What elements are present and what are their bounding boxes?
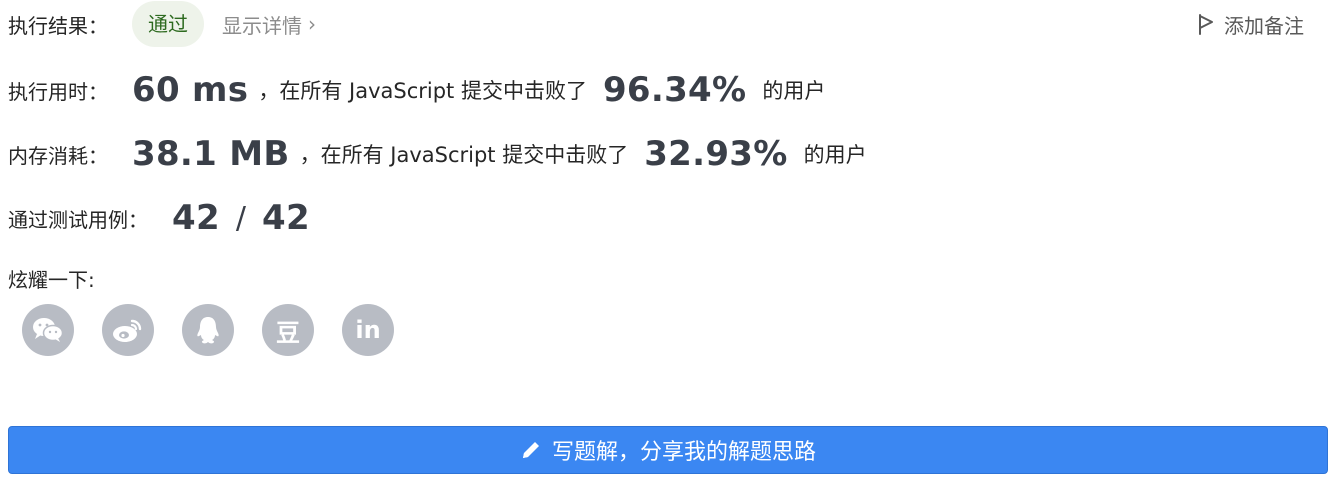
- result-row: 执行结果： 通过 显示详情 ›: [8, 0, 316, 48]
- pencil-icon: [522, 442, 539, 458]
- weibo-icon: [113, 319, 142, 342]
- test-cases-label: 通过测试用例：: [8, 207, 148, 232]
- runtime-row: 执行用时： 60 ms ，在所有 JavaScript 提交中击败了 96.34…: [8, 64, 825, 116]
- show-details-label: 显示详情: [222, 13, 302, 38]
- share-weibo-button[interactable]: [102, 304, 154, 356]
- test-cases-total: 42: [262, 198, 310, 238]
- add-note-label: 添加备注: [1224, 13, 1304, 38]
- show-details-link[interactable]: 显示详情 ›: [222, 10, 316, 39]
- share-qq-button[interactable]: [182, 304, 234, 356]
- test-cases-separator: /: [235, 200, 247, 236]
- status-badge: 通过: [132, 1, 204, 47]
- linkedin-icon: in: [355, 316, 381, 344]
- runtime-suffix: 的用户: [762, 79, 826, 103]
- test-cases-passed: 42: [172, 198, 220, 238]
- share-linkedin-button[interactable]: in: [342, 304, 394, 356]
- runtime-value: 60 ms: [132, 70, 249, 110]
- chevron-right-icon: ›: [308, 12, 316, 36]
- memory-beat-text: ，在所有 JavaScript 提交中击败了: [299, 143, 629, 167]
- share-icons: 豆 in: [22, 304, 422, 356]
- flag-icon: [1199, 14, 1213, 35]
- runtime-percent: 96.34%: [602, 70, 747, 110]
- submission-result-panel: 执行结果： 通过 显示详情 › 添加备注 执行用时： 60 ms ，在所有 Ja…: [0, 0, 1336, 480]
- douban-icon: 豆: [276, 318, 300, 347]
- share-label: 炫耀一下:: [8, 267, 95, 292]
- test-cases-row: 通过测试用例： 42 / 42: [8, 192, 310, 244]
- runtime-label: 执行用时：: [8, 79, 108, 104]
- memory-percent: 32.93%: [644, 134, 788, 174]
- memory-label: 内存消耗：: [8, 143, 108, 168]
- share-wechat-button[interactable]: [22, 304, 74, 356]
- wechat-icon: [33, 318, 64, 342]
- write-solution-label: 写题解，分享我的解题思路: [551, 440, 816, 465]
- memory-suffix: 的用户: [803, 143, 867, 167]
- write-solution-button[interactable]: 写题解，分享我的解题思路: [8, 426, 1328, 474]
- share-row: 炫耀一下:: [8, 258, 95, 298]
- add-note-button[interactable]: 添加备注: [1196, 0, 1304, 48]
- result-label: 执行结果：: [8, 13, 108, 38]
- share-douban-button[interactable]: 豆: [262, 304, 314, 356]
- qq-icon: [197, 317, 219, 344]
- memory-value: 38.1 MB: [132, 134, 290, 174]
- runtime-beat-text: ，在所有 JavaScript 提交中击败了: [258, 79, 587, 103]
- memory-row: 内存消耗： 38.1 MB ，在所有 JavaScript 提交中击败了 32.…: [8, 128, 867, 180]
